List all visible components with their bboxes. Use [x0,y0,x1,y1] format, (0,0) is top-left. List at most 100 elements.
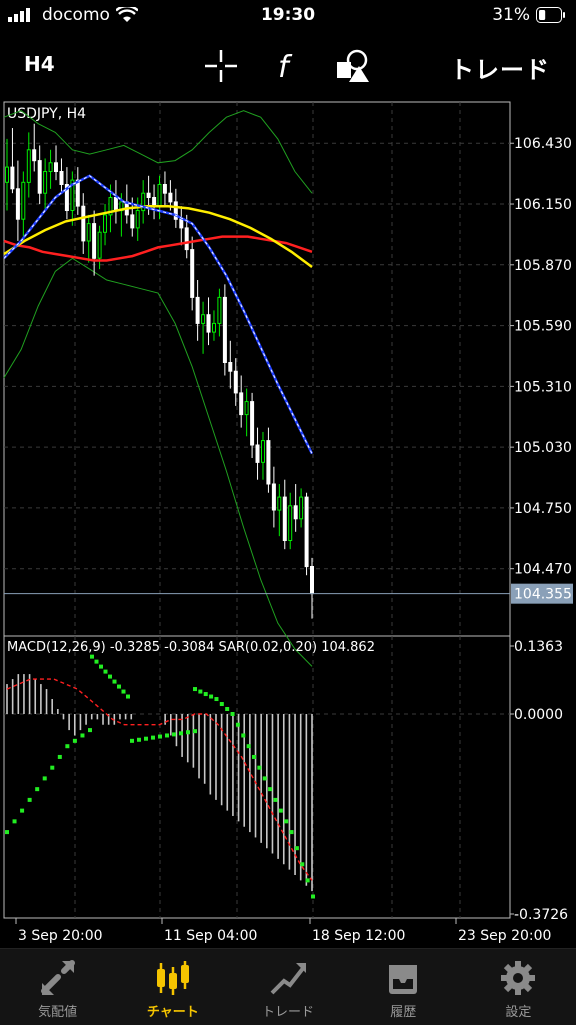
candle-body [239,392,244,416]
tab-quotes[interactable]: 気配値 [0,949,115,1025]
trade-button[interactable]: トレード [450,50,550,85]
tab-label: チャート [146,1005,199,1020]
candle-body [59,171,64,185]
sar-dot [137,737,141,742]
sar-dot [121,689,126,694]
sar-dot [12,819,17,824]
sar-dot [65,744,70,749]
candle-body [92,223,97,259]
chart-toolbar: H4 f トレード [0,40,576,90]
tab-label: 気配値 [38,1005,78,1020]
candle-body [304,496,309,568]
tab-bar: 気配値 チャート トレード 履歴 設定 [0,948,576,1025]
sar-dot [252,754,256,759]
sar-dot [225,707,230,712]
candle-body [288,505,293,541]
sar-dot [94,659,99,664]
candle-body [54,162,58,173]
macd-tick-label: -0.3726 [514,907,568,923]
sar-dot [257,765,262,770]
candle-body [179,218,184,229]
tab-label: トレード [262,1005,315,1020]
sar-dot [57,754,62,759]
sar-dot [284,819,289,824]
indicators-icon[interactable]: f [270,48,306,84]
candle-body [97,231,102,259]
macd-label: MACD(12,26,9) -0.3285 -0.3084 SAR(0.02,0… [7,640,375,655]
candle-body [43,171,48,194]
sar-dot [179,731,183,736]
candle-body [81,205,86,242]
candle-body [32,149,37,162]
settings-icon [501,961,536,995]
candle-body [26,149,31,183]
candle-body [233,370,238,394]
candle-body [271,483,276,511]
objects-icon[interactable] [335,48,371,84]
candle-body [48,162,53,173]
price-tick-label: 104.470 [514,562,572,578]
time-tick-label: 11 Sep 04:00 [164,928,257,944]
sar-dot [20,808,25,813]
ma-red-line [3,235,313,262]
sar-dot [42,776,47,781]
candle-body [228,362,233,372]
candle-body [21,181,26,220]
sar-dot [300,862,305,867]
status-bar: docomo 19:30 31% [0,0,576,34]
candle-body [266,440,271,485]
candle-body [277,496,282,511]
candle-body [201,314,206,324]
candle-body [206,314,211,333]
price-tick-label: 104.750 [514,501,572,517]
sar-dot [219,702,224,707]
sar-dot [27,797,32,802]
sar-dot [126,694,130,699]
tab-chart[interactable]: チャート [115,949,230,1025]
sar-dot [305,878,310,883]
sar-dot [214,697,219,702]
price-chart[interactable]: 106.430 106.150 105.870 105.590 105.310 105.0… [0,98,576,948]
sar-dot [203,692,208,697]
ma-yellow-line [3,204,313,269]
macd-tick-label: 0.1363 [514,639,563,655]
chart-canvas[interactable]: 106.430 106.150 105.870 105.590 105.310 105.0… [0,98,576,948]
tab-trade[interactable]: トレード [230,949,345,1025]
sar-dot [80,733,85,738]
candle-body [250,401,255,446]
candle-body [195,296,200,324]
candle-body [217,296,222,324]
sar-dot [209,694,214,699]
sar-dot [172,732,176,737]
macd-tick-label: 0.0000 [514,707,563,723]
chart-frame [3,101,511,919]
sar-dot [273,797,278,802]
price-tick-label: 105.310 [514,379,572,395]
tab-history[interactable]: 履歴 [346,949,461,1025]
time-tick-label: 3 Sep 20:00 [18,928,103,944]
symbol-label: USDJPY, H4 [7,106,86,122]
sar-dot [50,765,55,770]
sar-dot [103,669,108,674]
tab-settings[interactable]: 設定 [461,949,576,1025]
battery-percent: 31% [492,5,530,25]
candle-body [130,214,135,229]
battery: 31% [492,5,566,25]
ma-blue-dash [3,175,313,454]
candle-body [190,249,195,298]
candle-body [293,505,298,520]
candle-body [113,197,118,211]
sar-dot [262,776,267,781]
sar-dot [246,744,251,749]
timeframe-button[interactable]: H4 [24,52,55,76]
time-tick-label: 23 Sep 20:00 [458,928,551,944]
tab-label: 設定 [505,1005,532,1020]
candle-body [135,210,140,229]
sar-dot [99,664,103,669]
sar-dot [35,787,40,792]
candle-body [103,214,107,233]
candle-body [15,188,20,220]
crosshair-icon[interactable] [203,48,239,84]
candle-body [310,566,314,595]
price-tick-label: 106.430 [514,136,572,152]
